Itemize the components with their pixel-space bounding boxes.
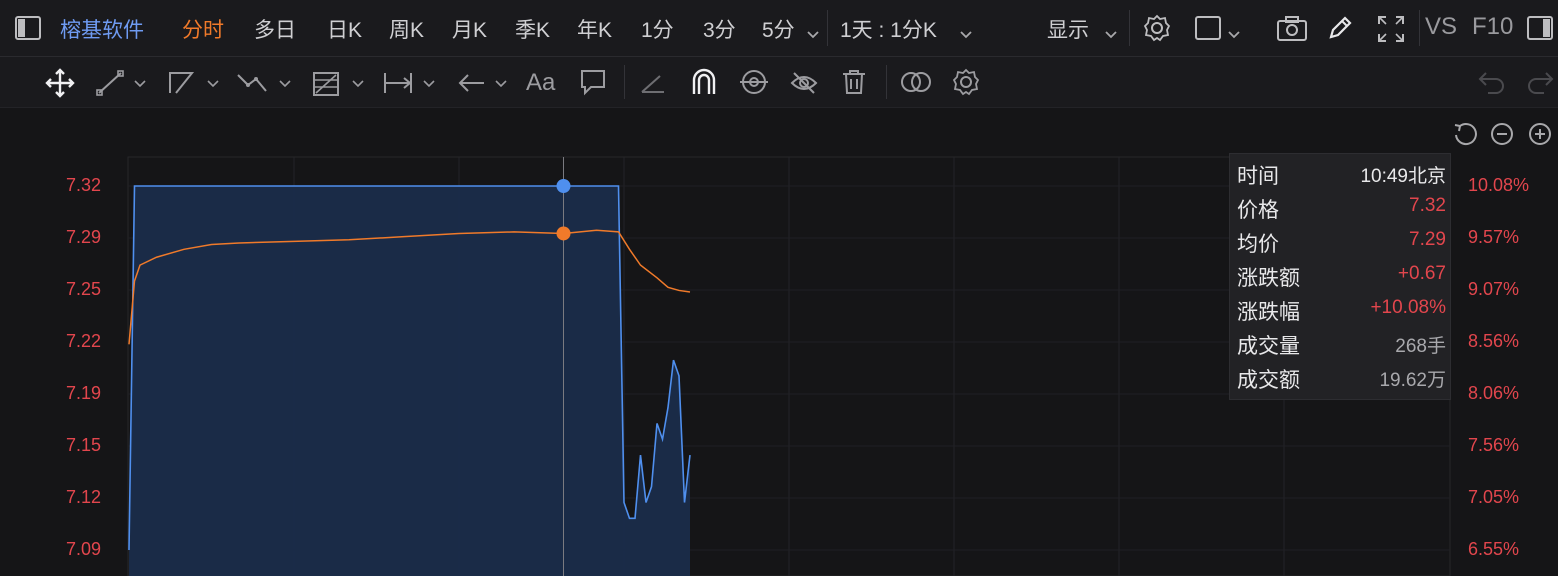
y-tick-label-right: 6.55%	[1468, 539, 1520, 559]
magnet-icon[interactable]	[690, 68, 718, 101]
angle-tool-icon[interactable]	[640, 70, 668, 101]
tab-5min[interactable]: 5分	[762, 14, 795, 44]
chart-settings-gear-icon[interactable]	[951, 67, 981, 102]
tooltip-label: 成交量	[1237, 335, 1300, 358]
crosshair-tooltip: 时间 10:49北京价格 7.32 均价 7.29 涨跌额 +0.67 涨跌幅 +10.08% 成…	[1229, 153, 1451, 400]
tab-intraday[interactable]: 分时	[182, 14, 224, 44]
chevron-down-icon[interactable]	[806, 22, 820, 46]
tooltip-value: 7.29	[1409, 229, 1446, 250]
tab-monthly-k[interactable]: 月K	[452, 14, 487, 44]
y-tick-label-right: 10.08%	[1468, 175, 1530, 195]
reset-zoom-icon[interactable]	[1452, 121, 1478, 152]
period-select[interactable]: 1天 : 1分K	[840, 14, 937, 44]
tooltip-row: 涨跌额 +0.67	[1230, 258, 1450, 292]
undo-icon[interactable]	[1476, 69, 1506, 100]
move-arrows-icon[interactable]	[44, 67, 76, 104]
layout-box-icon[interactable]	[1194, 15, 1222, 47]
tooltip-value: 10:49北京	[1360, 166, 1446, 187]
y-tick-label-left: 7.29	[66, 227, 102, 247]
y-tick-label-left: 7.12	[66, 487, 102, 507]
tooltip-row: 价格 7.32	[1230, 190, 1450, 224]
vs-compare[interactable]: VS	[1425, 13, 1457, 41]
tab-weekly-k[interactable]: 周K	[389, 14, 424, 44]
pencil-icon[interactable]	[1326, 14, 1354, 48]
y-tick-label-right: 7.56%	[1468, 435, 1520, 455]
redo-icon[interactable]	[1526, 69, 1556, 100]
y-tick-label-left: 7.09	[66, 539, 102, 559]
sidebar-toggle-icon[interactable]	[14, 14, 42, 48]
top-bar: 榕基软件 分时 多日 日K 周K 月K 季K 年K 1分 3分 5分 1天 : …	[0, 0, 1558, 57]
trend-line-icon[interactable]	[95, 69, 147, 102]
camera-icon[interactable]	[1276, 14, 1308, 48]
tooltip-label: 价格	[1237, 199, 1279, 222]
measure-tool-icon[interactable]	[382, 69, 438, 102]
y-tick-label-right: 9.07%	[1468, 279, 1520, 299]
tooltip-value: 7.32	[1409, 195, 1446, 216]
tooltip-label: 时间	[1237, 165, 1279, 188]
text-tool-button[interactable]: Aa	[526, 69, 555, 97]
y-tick-label-right: 7.05%	[1468, 487, 1520, 507]
f10-info[interactable]: F10	[1472, 13, 1513, 41]
tooltip-value: 19.62万	[1379, 370, 1446, 391]
zoom-out-icon[interactable]	[1489, 121, 1515, 152]
tab-quarterly-k[interactable]: 季K	[515, 14, 550, 44]
tooltip-value: 268手	[1395, 336, 1446, 357]
tooltip-row: 成交额 19.62万	[1230, 360, 1450, 394]
y-tick-label-right: 8.56%	[1468, 331, 1520, 351]
y-tick-label-left: 7.22	[66, 331, 102, 351]
display-menu[interactable]: 显示	[1047, 14, 1089, 44]
tooltip-value: +0.67	[1397, 263, 1446, 284]
fullscreen-icon[interactable]	[1376, 14, 1406, 50]
tooltip-value: +10.08%	[1370, 297, 1446, 318]
tooltip-label: 均价	[1237, 233, 1279, 256]
fibonacci-tool-icon[interactable]	[311, 69, 367, 102]
comment-bubble-icon[interactable]	[579, 68, 607, 101]
chevron-down-icon[interactable]	[959, 22, 973, 46]
y-tick-label-right: 9.57%	[1468, 227, 1520, 247]
tooltip-label: 涨跌额	[1237, 267, 1300, 290]
lock-drawings-icon[interactable]	[738, 67, 770, 102]
chevron-down-icon[interactable]	[1104, 22, 1118, 46]
stock-name[interactable]: 榕基软件	[60, 14, 144, 44]
tab-multi-day[interactable]: 多日	[254, 14, 296, 44]
trash-icon[interactable]	[840, 68, 868, 101]
right-panel-toggle-icon[interactable]	[1526, 14, 1554, 48]
y-tick-label-left: 7.19	[66, 383, 102, 403]
tooltip-row: 时间 10:49北京	[1230, 156, 1450, 190]
arrow-tool-icon[interactable]	[456, 69, 512, 102]
tab-daily-k[interactable]: 日K	[327, 14, 362, 44]
settings-gear-icon[interactable]	[1142, 13, 1172, 49]
y-tick-label-right: 8.06%	[1468, 383, 1520, 403]
hide-drawings-icon[interactable]	[789, 68, 819, 103]
overlay-compare-icon[interactable]	[899, 69, 933, 100]
tab-yearly-k[interactable]: 年K	[577, 14, 612, 44]
zoom-in-icon[interactable]	[1527, 121, 1553, 152]
tooltip-row: 成交量 268手	[1230, 326, 1450, 360]
y-tick-label-left: 7.32	[66, 175, 102, 195]
tab-1min[interactable]: 1分	[641, 14, 674, 44]
chevron-down-icon[interactable]	[1227, 22, 1241, 46]
wave-tool-icon[interactable]	[236, 69, 294, 102]
tooltip-label: 成交额	[1237, 369, 1300, 392]
y-tick-label-left: 7.25	[66, 279, 102, 299]
tooltip-row: 涨跌幅 +10.08%	[1230, 292, 1450, 326]
drawing-toolbar: Aa	[0, 57, 1558, 108]
tooltip-row: 均价 7.29	[1230, 224, 1450, 258]
tooltip-label: 涨跌幅	[1237, 301, 1300, 324]
channel-tool-icon[interactable]	[166, 69, 222, 102]
y-tick-label-left: 7.15	[66, 435, 102, 455]
tab-3min[interactable]: 3分	[703, 14, 736, 44]
